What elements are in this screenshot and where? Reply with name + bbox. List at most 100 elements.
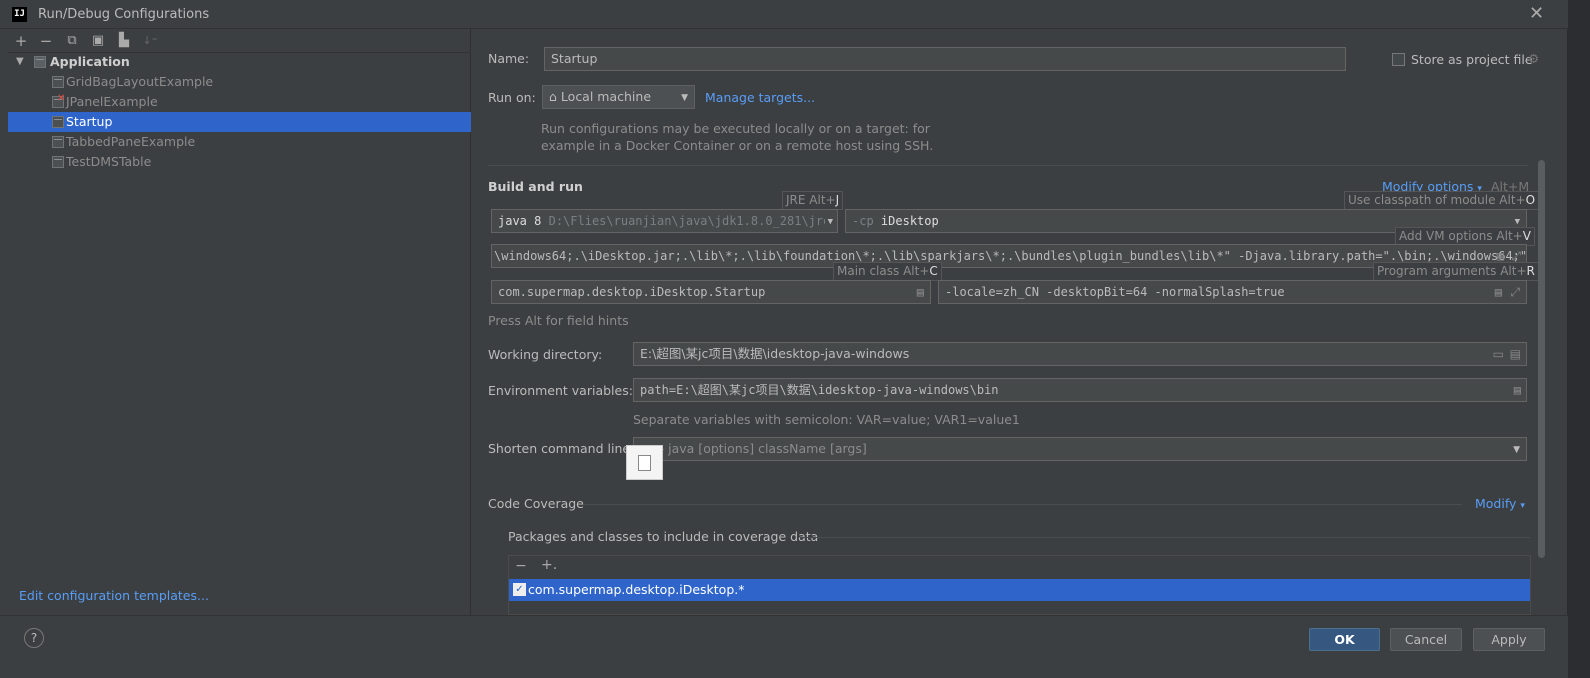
coverage-modify-label: Modify — [1475, 496, 1517, 511]
shorten-cmd-value: e - java [options] className [args] — [648, 441, 867, 456]
tree-group-application[interactable]: ▼ Application — [8, 52, 471, 72]
chevron-down-icon: ▼ — [681, 93, 688, 103]
expand-field-icon[interactable]: ▤ — [1495, 281, 1502, 303]
coverage-entry-checkbox[interactable]: ✓ — [513, 583, 526, 596]
vm-hint-text: Add VM options Alt+ — [1399, 229, 1523, 243]
name-label: Name: — [488, 51, 530, 66]
ok-button[interactable]: OK — [1309, 628, 1380, 651]
cp-value: iDesktop — [880, 214, 939, 228]
main-class-hint: Main class Alt+C — [833, 262, 942, 281]
chevron-down-icon[interactable]: ▼ — [16, 52, 24, 72]
divider — [488, 165, 1528, 166]
add-package-icon[interactable]: +. — [541, 557, 557, 573]
program-args-value: -locale=zh_CN -desktopBit=64 -normalSpla… — [945, 285, 1285, 299]
help-button[interactable]: ? — [24, 628, 44, 648]
shorten-cmd-select[interactable]: e - java [options] className [args] ▼ — [633, 437, 1527, 461]
program-args-hint: Program arguments Alt+R — [1373, 262, 1539, 281]
env-variables-value: path=E:\超图\某jc项目\数据\idesktop-java-window… — [640, 383, 999, 397]
folder-icon[interactable]: ▭ — [1493, 343, 1504, 365]
vm-hint-key: V — [1522, 229, 1531, 243]
chevron-down-icon: ▼ — [1513, 445, 1520, 455]
tree-item-gridbaglayoutexample[interactable]: GridBagLayoutExample — [8, 72, 471, 92]
edit-env-icon[interactable]: ▤ — [1514, 379, 1521, 401]
background-ide-strip — [1568, 0, 1590, 678]
close-icon[interactable]: ✕ — [1529, 4, 1544, 24]
args-hint-key: R — [1526, 264, 1535, 278]
maximize-icon[interactable]: ⤢ — [1510, 281, 1520, 303]
divider — [582, 504, 1462, 505]
coverage-packages-label: Packages and classes to include in cover… — [508, 529, 819, 544]
jre-select[interactable]: java 8 D:\Flies\ruanjian\java\jdk1.8.0_2… — [491, 209, 838, 233]
run-on-help-line1: Run configurations may be executed local… — [541, 121, 930, 136]
tree-item-testdmstable[interactable]: TestDMSTable — [8, 152, 471, 172]
store-project-label: Store as project file — [1411, 52, 1533, 67]
field-hints-text: Press Alt for field hints — [488, 313, 629, 328]
expand-field-icon[interactable]: ▤ — [1510, 343, 1521, 365]
vm-options-input[interactable]: \windows64;.\iDesktop.jar;.\lib\*;.\lib\… — [491, 244, 1527, 268]
remove-package-icon[interactable]: − — [515, 558, 527, 574]
dialog-footer: ? OK Cancel Apply — [0, 615, 1568, 678]
tree-item-label: TabbedPaneExample — [66, 134, 196, 149]
apply-button[interactable]: Apply — [1473, 628, 1545, 651]
save-configuration-icon[interactable]: ▣ — [88, 31, 108, 51]
coverage-entry-row[interactable]: ✓ com.supermap.desktop.iDesktop.* — [509, 579, 1530, 601]
code-coverage-title: Code Coverage — [488, 496, 584, 511]
form-scrollbar[interactable] — [1538, 160, 1545, 558]
title-bar: IJ Run/Debug Configurations ✕ — [0, 0, 1568, 29]
application-icon — [34, 56, 46, 68]
class-config-icon — [52, 116, 64, 128]
tree-item-label: Startup — [66, 114, 113, 129]
tree-item-startup[interactable]: Startup — [8, 112, 471, 132]
tree-item-tabbedpaneexample[interactable]: TabbedPaneExample — [8, 132, 471, 152]
browse-icon[interactable]: ▤ — [917, 281, 924, 303]
tree-item-label: GridBagLayoutExample — [66, 74, 214, 89]
jre-path: D:\Flies\ruanjian\java\jdk1.8.0_281\jre — [548, 214, 831, 228]
error-x-icon: ✕ — [57, 93, 66, 104]
coverage-modify-link[interactable]: Modify ▾ — [1475, 496, 1525, 511]
main-class-value: com.supermap.desktop.iDesktop.Startup — [498, 285, 766, 299]
run-debug-dialog: IJ Run/Debug Configurations ✕ + − ⧉ ▣ ▙ … — [0, 0, 1568, 678]
tree-group-label: Application — [50, 54, 130, 69]
tree-item-jpanelexample[interactable]: ✕ JPanelExample — [8, 92, 471, 112]
configurations-toolbar: + − ⧉ ▣ ▙ ↓⁼ — [8, 29, 471, 53]
build-and-run-title: Build and run — [488, 179, 583, 194]
copy-configuration-icon[interactable]: ⧉ — [62, 31, 82, 51]
jre-hint-text: JRE Alt+ — [786, 193, 836, 207]
divider — [800, 537, 1530, 538]
add-configuration-icon[interactable]: + — [11, 31, 31, 51]
working-directory-value: E:\超图\某jc项目\数据\idesktop-java-windows — [640, 346, 910, 361]
run-on-value: Local machine — [560, 89, 652, 104]
class-config-icon — [52, 136, 64, 148]
run-on-label: Run on: — [488, 90, 536, 105]
working-directory-label: Working directory: — [488, 347, 603, 362]
args-hint-text: Program arguments Alt+ — [1377, 264, 1527, 278]
edit-templates-link[interactable]: Edit configuration templates... — [19, 588, 209, 603]
run-on-select[interactable]: ⌂ Local machine ▼ — [542, 85, 695, 109]
coverage-entry-label: com.supermap.desktop.iDesktop.* — [528, 582, 745, 597]
vm-options-value: \windows64;.\iDesktop.jar;.\lib\*;.\lib\… — [494, 249, 1527, 263]
working-directory-input[interactable]: E:\超图\某jc项目\数据\idesktop-java-windows ▭ ▤ — [633, 342, 1527, 366]
env-variables-label: Environment variables: — [488, 383, 633, 398]
program-arguments-input[interactable]: -locale=zh_CN -desktopBit=64 -normalSpla… — [938, 280, 1527, 304]
remove-configuration-icon[interactable]: − — [36, 31, 56, 51]
store-project-checkbox[interactable] — [1392, 53, 1405, 66]
gear-icon[interactable]: ⚙ — [1528, 51, 1539, 66]
env-variables-input[interactable]: path=E:\超图\某jc项目\数据\idesktop-java-window… — [633, 378, 1527, 402]
class-config-icon — [52, 156, 64, 168]
env-help-text: Separate variables with semicolon: VAR=v… — [633, 412, 1020, 427]
cp-hint-key: O — [1525, 193, 1536, 207]
window-title: Run/Debug Configurations — [38, 7, 210, 22]
cp-prefix: -cp — [852, 214, 874, 228]
tree-item-label: JPanelExample — [66, 94, 158, 109]
cp-hint-text: Use classpath of module Alt+ — [1348, 193, 1526, 207]
tree-item-label: TestDMSTable — [66, 154, 152, 169]
file-icon — [626, 445, 663, 480]
manage-targets-link[interactable]: Manage targets... — [705, 90, 815, 105]
classpath-hint: Use classpath of module Alt+O — [1344, 191, 1540, 210]
name-input[interactable]: Startup — [544, 47, 1346, 71]
cancel-button[interactable]: Cancel — [1390, 628, 1462, 651]
new-folder-icon[interactable]: ▙ — [114, 31, 134, 51]
main-hint-text: Main class Alt+ — [837, 264, 930, 278]
sort-icon[interactable]: ↓⁼ — [140, 31, 160, 51]
main-class-input[interactable]: com.supermap.desktop.iDesktop.Startup ▤ — [491, 280, 931, 304]
